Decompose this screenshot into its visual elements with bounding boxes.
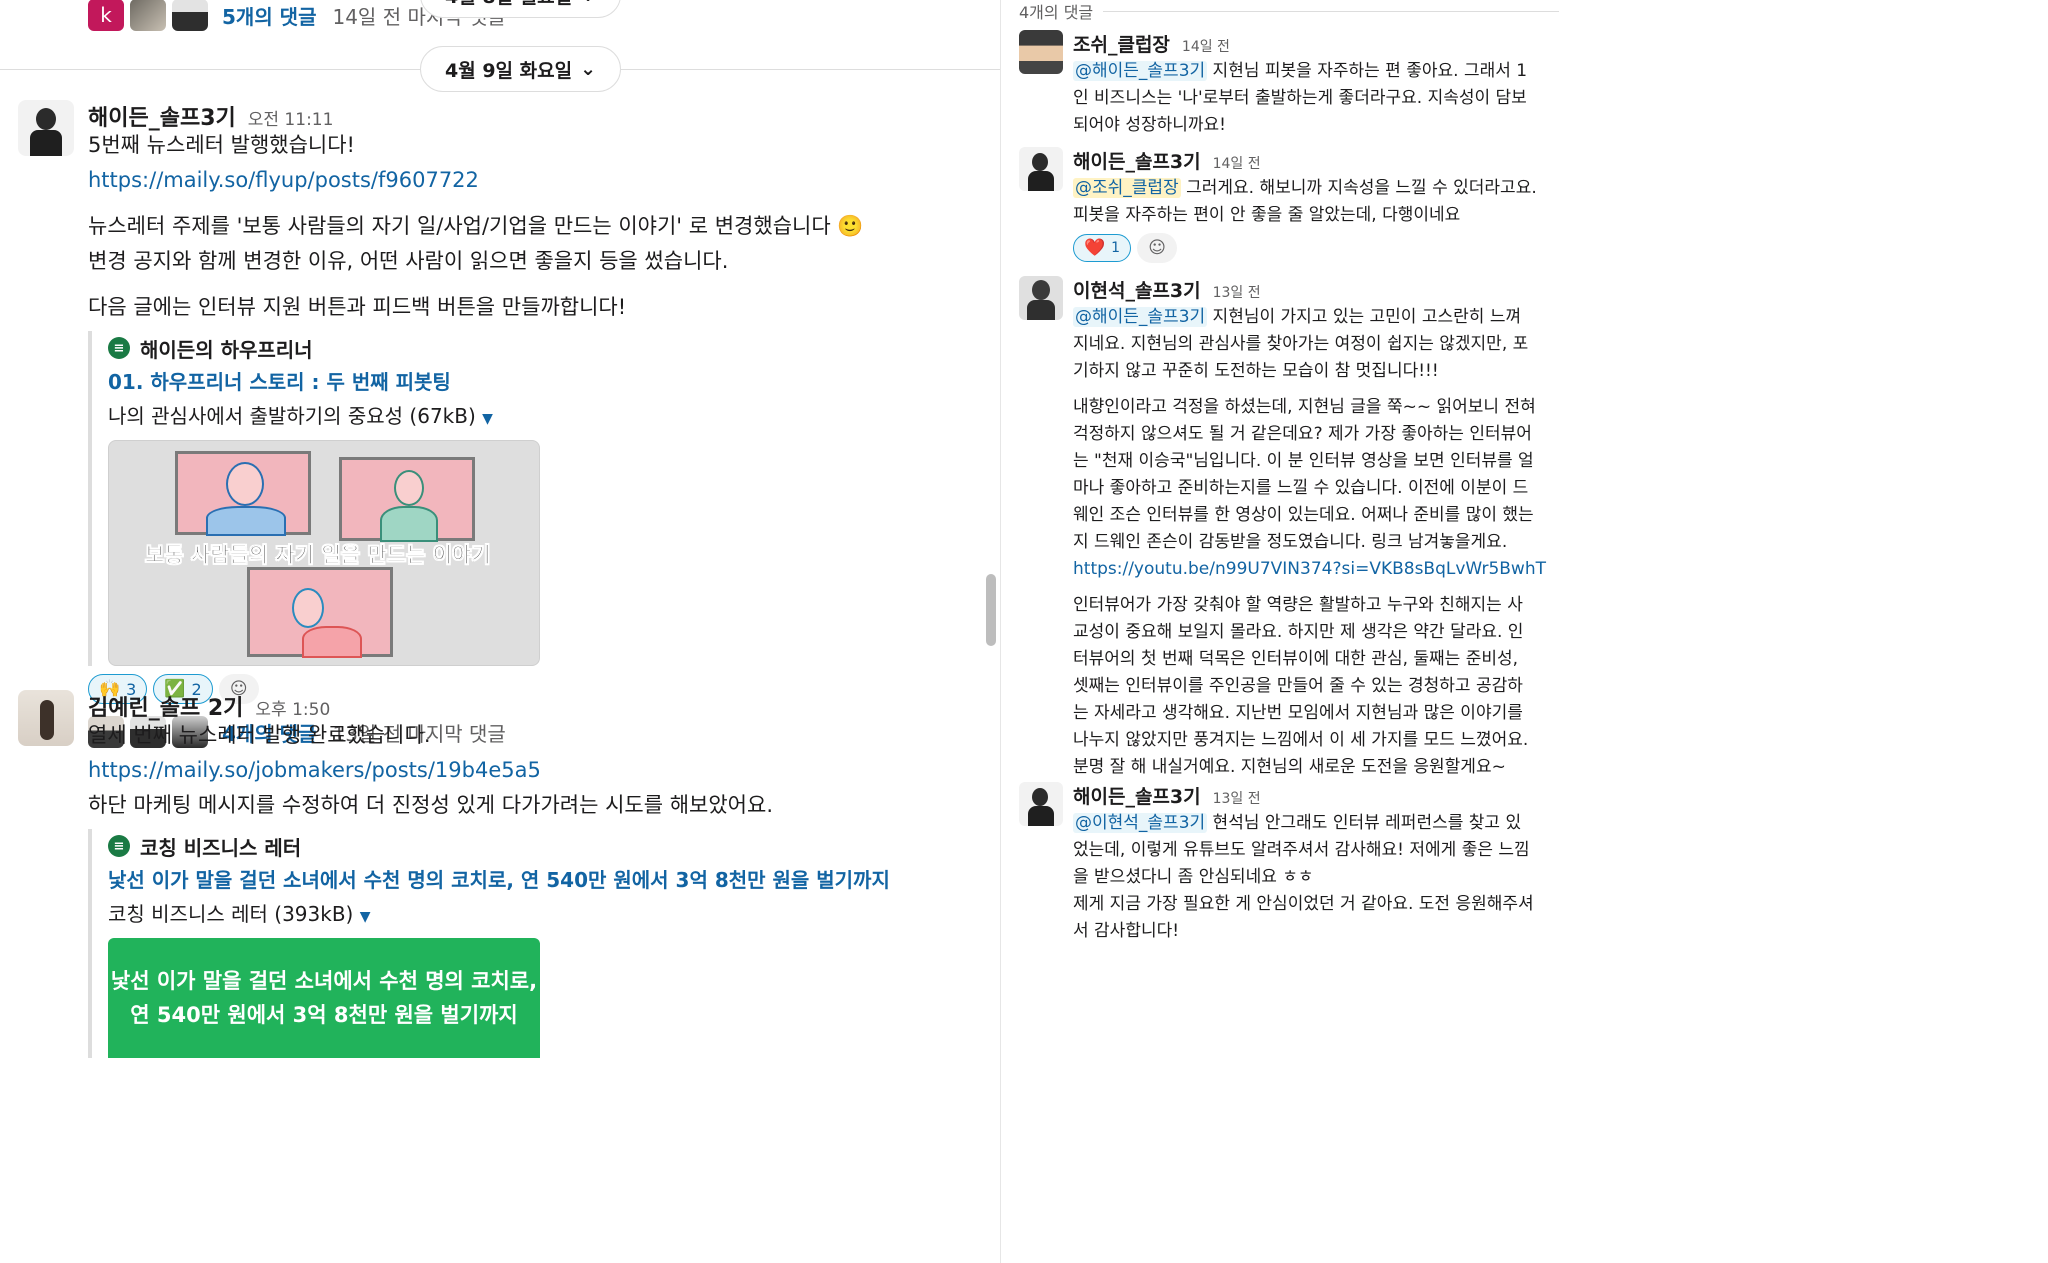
avatar	[172, 0, 208, 31]
message-time[interactable]: 오전 11:11	[248, 105, 334, 130]
divider	[1103, 10, 1559, 12]
preview-description: 나의 관심사에서 출발하기의 중요성 (67kB)	[108, 404, 476, 428]
message-text: 현석님 안그래도 인터뷰 레퍼런스를 찾고 있	[1207, 813, 1522, 833]
message-text: 기하지 않고 꾸준히 도전하는 모습이 참 멋집니다!!!	[1073, 361, 1439, 381]
avatar	[130, 0, 166, 31]
message-text: 되어야 성장하니까요!	[1073, 115, 1226, 135]
user-mention[interactable]: @해이든_솔프3기	[1073, 307, 1208, 327]
message-text: 을 받으셨다니 좀 안심되네요 ㅎㅎ	[1073, 867, 1314, 887]
date-label: 4월 9일 화요일	[445, 59, 573, 82]
message-text: 지 드웨인 존슨이 감동받을 정도였습니다. 링크 남겨놓을게요.	[1073, 532, 1508, 552]
message-text: 마나 좋아하고 준비하는지를 느낄 수 있습니다. 이전에 이분이 드	[1073, 478, 1529, 498]
message-text: 지네요. 지현님의 관심사를 찾아가는 여정이 쉽지는 않겠지만, 포	[1073, 334, 1529, 354]
thread-reply: 이현석_솔프3기 13일 전 @해이든_솔프3기 지현님이 가지고 있는 고민이…	[1019, 276, 1559, 781]
chevron-down-icon: ⌄	[580, 0, 596, 6]
avatar[interactable]	[18, 690, 74, 746]
message-time[interactable]: 14일 전	[1182, 36, 1230, 56]
scrollbar[interactable]	[986, 574, 996, 646]
add-emoji-icon: ☺	[1148, 238, 1166, 258]
thread-pane: 4개의 댓글 조쉬_클럽장 14일 전 @해이든_솔프3기 지현님 피봇을 자주…	[1000, 0, 2048, 1263]
message-time[interactable]: 오후 1:50	[255, 695, 330, 720]
preview-image-caption: 연 540만 원에서 3억 8천만 원을 벌기까지	[130, 1003, 518, 1027]
message-time[interactable]: 13일 전	[1213, 282, 1261, 302]
preview-site-name: 코칭 비즈니스 레터	[140, 835, 302, 860]
message-text: 피봇을 자주하는 편이 안 좋을 줄 알았는데, 다행이네요	[1073, 205, 1461, 225]
message-text: 내향인이라고 걱정을 하셨는데, 지현님 글을 쭉~~ 읽어보니 전혀	[1073, 397, 1536, 417]
message-text: 교성이 중요해 보일지 몰라요. 하지만 제 생각은 약간 달라요. 인	[1073, 622, 1524, 642]
message-link[interactable]: https://youtu.be/n99U7VIN374?si=VKB8sBqL…	[1073, 556, 1559, 583]
collapse-caret-icon[interactable]: ▼	[360, 909, 371, 925]
user-mention[interactable]: @조쉬_클럽장	[1073, 178, 1181, 198]
reaction-heart[interactable]: ❤️ 1	[1073, 234, 1132, 262]
message-time[interactable]: 13일 전	[1213, 788, 1261, 808]
avatar[interactable]	[1019, 147, 1063, 191]
date-label: 4월 8일 월요일	[445, 0, 572, 9]
reaction-count: 1	[1111, 240, 1121, 256]
message-text: 제게 지금 가장 필요한 게 안심이었던 거 같아요. 도전 응원해주셔	[1073, 894, 1534, 914]
avatar[interactable]	[18, 100, 74, 156]
avatar[interactable]	[1019, 782, 1063, 826]
message-text: 분명 잘 해 내실거예요. 지현님의 새로운 도전을 응원할게요~	[1073, 757, 1506, 777]
preview-image[interactable]: 보통 사람들의 자기 일을 만드는 이야기	[108, 440, 540, 666]
message-author[interactable]: 조쉬_클럽장	[1073, 30, 1170, 57]
message-text: 걱정하지 않으셔도 될 거 같은데요? 제가 가장 좋아하는 인터뷰어	[1073, 424, 1532, 444]
thread-reply: 조쉬_클럽장 14일 전 @해이든_솔프3기 지현님 피봇을 자주하는 편 좋아…	[1019, 30, 1559, 139]
avatar: k	[88, 0, 124, 31]
heart-icon: ❤️	[1084, 238, 1106, 258]
message-text: 는 자세라고 생각해요. 지난번 모임에서 지현님과 많은 이야기를	[1073, 703, 1523, 723]
message-text: 인터뷰어가 가장 갖춰야 할 역량은 활발하고 누구와 친해지는 사	[1073, 595, 1523, 615]
preview-image-caption: 낯선 이가 말을 걸던 소녀에서 수천 명의 코치로,	[110, 969, 538, 993]
reaction-bar: ❤️ 1 ☺	[1073, 233, 1559, 263]
message-time[interactable]: 14일 전	[1213, 153, 1261, 173]
preview-description: 코칭 비즈니스 레터 (393kB)	[108, 902, 354, 926]
user-mention[interactable]: @이현석_솔프3기	[1073, 813, 1208, 833]
date-divider-pill[interactable]: 4월 8일 월요일 ⌄	[420, 0, 621, 18]
site-icon: ≡	[108, 337, 130, 359]
add-reaction-button[interactable]: ☺	[1137, 233, 1178, 263]
message-author[interactable]: 해이든_솔프3기	[1073, 147, 1201, 174]
message-text: 웨인 조슨 인터뷰를 한 영상이 있는데요. 어쩌나 준비를 많이 했는	[1073, 505, 1534, 525]
preview-site-name: 해이든의 하우프리너	[140, 337, 313, 362]
avatar[interactable]	[1019, 30, 1063, 74]
date-divider-pill[interactable]: 4월 9일 화요일 ⌄	[420, 46, 621, 92]
message-author[interactable]: 이현석_솔프3기	[1073, 276, 1201, 303]
message-text: 인 비즈니스는 '나'로부터 출발하는게 좋더라구요. 지속성이 담보	[1073, 88, 1527, 108]
message-text: 나누지 않았지만 풍겨지는 느낌에서 이 세 가지를 모드 느꼈어요.	[1073, 730, 1529, 750]
message-text: 서 감사합니다!	[1073, 921, 1180, 941]
message-text: 었는데, 이렇게 유튜브도 알려주셔서 감사해요! 저에게 좋은 느낌	[1073, 840, 1530, 860]
thread-reply: 해이든_솔프3기 13일 전 @이현석_솔프3기 현석님 안그래도 인터뷰 레퍼…	[1019, 782, 1559, 945]
user-mention[interactable]: @해이든_솔프3기	[1073, 61, 1208, 81]
reply-count-link[interactable]: 5개의 댓글	[222, 1, 316, 30]
avatar[interactable]	[1019, 276, 1063, 320]
chevron-down-icon: ⌄	[580, 58, 596, 80]
message-text: 터뷰어의 첫 번째 덕목은 인터뷰이에 대한 관심, 둘째는 준비성,	[1073, 649, 1519, 669]
collapse-caret-icon[interactable]: ▼	[482, 411, 493, 427]
message-author[interactable]: 해이든_솔프3기	[1073, 782, 1201, 809]
message-text: 지현님이 가지고 있는 고민이 고스란히 느껴	[1207, 307, 1522, 327]
reply-count-label: 4개의 댓글	[1019, 3, 1094, 22]
thread-reply-count: 4개의 댓글	[1019, 0, 1559, 22]
message-text: 지현님 피봇을 자주하는 편 좋아요. 그래서 1	[1207, 61, 1528, 81]
preview-image[interactable]: 낯선 이가 말을 걸던 소녀에서 수천 명의 코치로, 연 540만 원에서 3…	[108, 938, 540, 1058]
thread-reply: 해이든_솔프3기 14일 전 @조쉬_클럽장 그러게요. 해보니까 지속성을 느…	[1019, 147, 1559, 263]
message-text: 그러게요. 해보니까 지속성을 느낄 수 있더라고요.	[1180, 178, 1537, 198]
preview-image-caption: 보통 사람들의 자기 일을 만드는 이야기	[145, 543, 491, 568]
message-text: 는 "천재 이승국"님입니다. 이 분 인터뷰 영상을 보면 인터뷰를 얼	[1073, 451, 1534, 471]
message-text: 셋째는 인터뷰이를 주인공을 만들어 줄 수 있는 경청하고 공감하	[1073, 676, 1523, 696]
site-icon: ≡	[108, 835, 130, 857]
